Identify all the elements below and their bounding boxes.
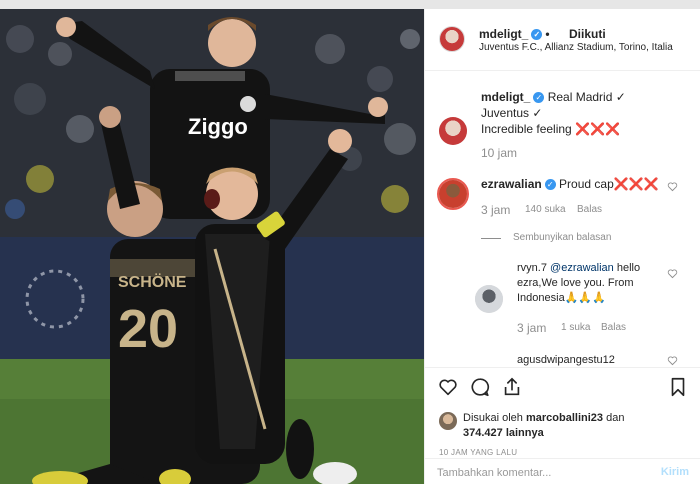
posted-time[interactable]: 10 JAM YANG LALU	[439, 448, 517, 457]
liked-by-avatar[interactable]	[439, 412, 457, 430]
next-comment-author[interactable]: agusdwipangestu12	[517, 352, 615, 367]
comment-input[interactable]	[437, 465, 637, 481]
commenter-avatar[interactable]	[437, 178, 469, 210]
comments-area[interactable]: mdeligt_ ✓ Real Madrid ✓ Juventus ✓ Incre…	[425, 72, 700, 367]
verified-badge-icon: ✓	[533, 92, 545, 104]
svg-text:Ziggo: Ziggo	[188, 114, 248, 139]
separator-dot: •	[545, 27, 550, 41]
author-avatar[interactable]	[439, 26, 465, 52]
comment-author[interactable]: ezrawalian	[481, 177, 542, 191]
caption-line-3: Incredible feeling ❌❌❌	[481, 122, 620, 136]
bookmark-icon[interactable]	[667, 376, 689, 398]
verified-badge-icon: ✓	[544, 179, 556, 191]
reply-author[interactable]: rvyn.7	[517, 262, 547, 274]
caption-author[interactable]: mdeligt_	[481, 90, 530, 104]
reply-line-3: Indonesia🙏🙏🙏	[517, 292, 606, 304]
reply-mention[interactable]: @ezrawalian	[550, 262, 614, 274]
liked-by-suffix[interactable]: lainnya	[506, 427, 544, 439]
author-username[interactable]: mdeligt_	[479, 27, 528, 41]
post-actions: Disukai oleh marcoballini23 dan 374.427 …	[425, 367, 700, 484]
post-location[interactable]: Juventus F.C., Allianz Stadium, Torino, …	[479, 42, 673, 53]
svg-text:20: 20	[118, 299, 178, 359]
comment-time[interactable]: 3 jam	[481, 203, 510, 217]
send-button[interactable]: Kirim	[661, 466, 689, 478]
caption-author-avatar[interactable]	[439, 117, 467, 145]
reply-like-heart-icon[interactable]	[667, 268, 678, 279]
comment-body: Proud cap❌❌❌	[559, 177, 659, 191]
comment-reply-button[interactable]: Balas	[577, 204, 602, 215]
liked-by-user[interactable]: marcoballini23	[526, 412, 603, 424]
caption: mdeligt_ ✓ Real Madrid ✓ Juventus ✓ Incre…	[481, 89, 686, 137]
add-comment-bar: Kirim	[425, 458, 700, 484]
verified-badge-icon: ✓	[531, 29, 543, 41]
share-icon[interactable]	[501, 376, 523, 398]
post-side-panel: mdeligt_ ✓ • Diikuti Juventus F.C., Allian…	[424, 9, 700, 484]
liked-by-prefix: Disukai oleh	[463, 412, 523, 424]
celebration-photo: Ziggo SCHÖNE 20	[0, 9, 424, 484]
caption-line-2: Juventus ✓	[481, 106, 543, 120]
comment-text: ezrawalian ✓ Proud cap❌❌❌	[481, 176, 671, 192]
caption-time[interactable]: 10 jam	[481, 146, 517, 160]
reply-text: rvyn.7 @ezrawalian hello ezra,We love yo…	[517, 261, 667, 306]
reply-time[interactable]: 3 jam	[517, 321, 546, 335]
reply-reply-button[interactable]: Balas	[601, 322, 626, 333]
hide-replies-button[interactable]: Sembunyikan balasan	[513, 232, 611, 243]
like-count[interactable]: 374.427	[463, 427, 503, 439]
browser-top-strip	[0, 0, 700, 9]
comment-like-heart-icon[interactable]	[667, 181, 678, 192]
reply-like-count[interactable]: 1 suka	[561, 322, 590, 333]
caption-line-1: Real Madrid ✓	[547, 90, 626, 104]
comment-like-count[interactable]: 140 suka	[525, 204, 566, 215]
reply-line-2: ezra,We love you. From	[517, 277, 634, 289]
post-header: mdeligt_ ✓ • Diikuti Juventus F.C., Allian…	[425, 9, 700, 71]
post-photo[interactable]: Ziggo SCHÖNE 20	[0, 9, 424, 484]
liked-by: Disukai oleh marcoballini23 dan 374.427 …	[463, 411, 689, 441]
follow-status[interactable]: Diikuti	[569, 27, 606, 41]
heart-icon[interactable]	[437, 376, 459, 398]
svg-text:SCHÖNE: SCHÖNE	[118, 272, 187, 291]
liked-by-joiner: dan	[606, 412, 625, 424]
reply-line-1: hello	[616, 262, 641, 274]
hide-replies-line	[481, 238, 501, 239]
comment-icon[interactable]	[469, 376, 491, 398]
reply-author-avatar[interactable]	[475, 285, 503, 313]
next-comment-heart-icon[interactable]	[667, 355, 678, 366]
